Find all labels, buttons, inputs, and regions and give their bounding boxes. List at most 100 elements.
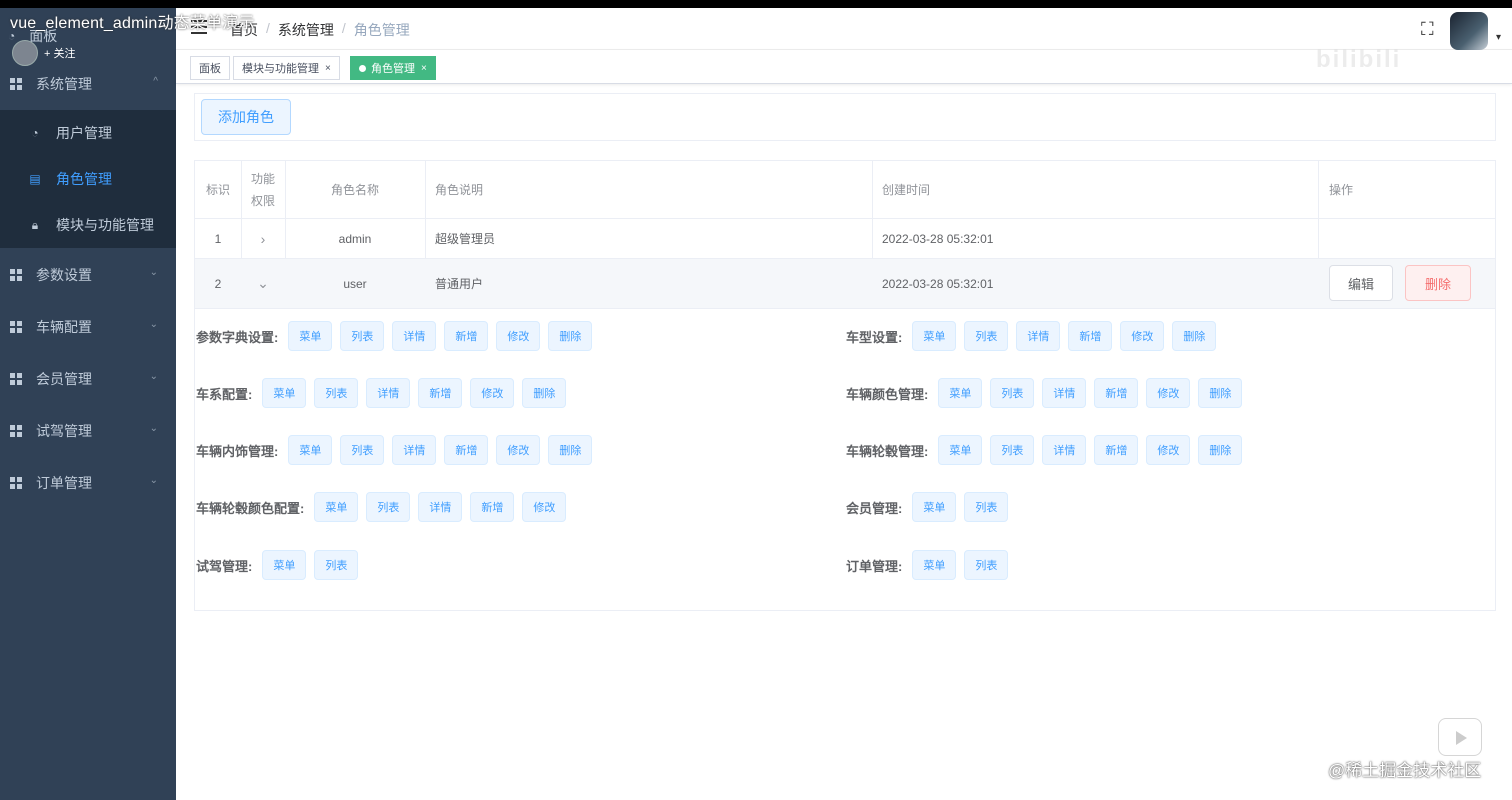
perm-tag[interactable]: 菜单 bbox=[262, 550, 307, 580]
sidebar-item-label: 系统管理 bbox=[36, 76, 92, 92]
close-icon[interactable]: × bbox=[325, 63, 331, 74]
fullscreen-icon[interactable]: ⛶ bbox=[1421, 19, 1434, 40]
perm-tag[interactable]: 列表 bbox=[964, 321, 1009, 351]
add-role-button[interactable]: 添加角色 bbox=[201, 99, 291, 135]
chevron-down-icon: ⌄ bbox=[149, 423, 158, 434]
perm-tag[interactable]: 删除 bbox=[1198, 435, 1243, 465]
perm-tag[interactable]: 列表 bbox=[990, 435, 1035, 465]
video-title: vue_element_admin动态菜单演示 bbox=[10, 15, 255, 32]
perm-tag[interactable]: 列表 bbox=[964, 492, 1009, 522]
close-icon[interactable]: × bbox=[421, 63, 427, 74]
perm-tag[interactable]: 菜单 bbox=[938, 378, 983, 408]
cell-desc: 超级管理员 bbox=[435, 232, 496, 246]
perm-tag[interactable]: 菜单 bbox=[938, 435, 983, 465]
perm-tag[interactable]: 删除 bbox=[522, 378, 567, 408]
tags-view: 面板 模块与功能管理 × 角色管理 × bbox=[176, 50, 1512, 84]
perm-tag[interactable]: 列表 bbox=[314, 550, 359, 580]
perm-tag[interactable]: 列表 bbox=[964, 550, 1009, 580]
tag-module[interactable]: 模块与功能管理 × bbox=[233, 56, 340, 80]
col-perm: 功能 权限 bbox=[241, 161, 285, 218]
sidebar-sub-label: 角色管理 bbox=[56, 171, 112, 187]
perm-group: 车型设置: 菜单 列表 详情 新增 修改 删除 bbox=[846, 321, 1224, 351]
sidebar-item-params[interactable]: 参数设置 ⌄ bbox=[0, 249, 176, 301]
col-time: 创建时间 bbox=[882, 183, 931, 197]
toolbar: 添加角色 bbox=[194, 93, 1496, 141]
grid-icon bbox=[10, 269, 22, 281]
tag-label: 面板 bbox=[199, 63, 221, 75]
perm-tag[interactable]: 列表 bbox=[366, 492, 411, 522]
follow-widget[interactable]: + 关注 bbox=[12, 40, 75, 66]
sidebar-sub-role[interactable]: ▤ 角色管理 bbox=[0, 156, 176, 202]
perm-tag[interactable]: 修改 bbox=[1120, 321, 1165, 351]
perm-tag[interactable]: 新增 bbox=[418, 378, 463, 408]
sidebar-sub-user[interactable]: ◔ 用户管理 bbox=[0, 110, 176, 156]
tag-role[interactable]: 角色管理 × bbox=[350, 56, 436, 80]
tag-dashboard[interactable]: 面板 bbox=[190, 56, 230, 80]
perm-tag[interactable]: 列表 bbox=[990, 378, 1035, 408]
perm-tag[interactable]: 详情 bbox=[392, 321, 437, 351]
col-name: 角色名称 bbox=[330, 183, 379, 197]
perm-tag[interactable]: 新增 bbox=[1068, 321, 1113, 351]
perm-tag[interactable]: 详情 bbox=[418, 492, 463, 522]
table-row[interactable]: 2 ⌄ user 普通用户 2022-03-28 05:32:01 编辑 删除 bbox=[195, 259, 1495, 309]
perm-label: 会员管理: bbox=[846, 500, 903, 516]
sidebar: ◔ 面板 系统管理 ^ ◔ 用户管理 ▤ 角色管理 🔒︎ 模块与功能管理 参数设… bbox=[0, 8, 176, 800]
perm-tag[interactable]: 修改 bbox=[496, 435, 541, 465]
sidebar-item-member[interactable]: 会员管理 ⌄ bbox=[0, 353, 176, 405]
cell-name: user bbox=[343, 276, 367, 291]
perm-tag[interactable]: 修改 bbox=[1146, 378, 1191, 408]
sidebar-item-testdrive[interactable]: 试驾管理 ⌄ bbox=[0, 405, 176, 457]
sidebar-sub-module[interactable]: 🔒︎ 模块与功能管理 bbox=[0, 202, 176, 248]
breadcrumb-current: 角色管理 bbox=[353, 22, 410, 38]
perm-tag[interactable]: 列表 bbox=[340, 321, 385, 351]
caret-down-icon[interactable]: ▾ bbox=[1496, 32, 1501, 43]
play-icon[interactable] bbox=[1438, 718, 1482, 756]
collapse-icon[interactable]: ⌄ bbox=[241, 259, 285, 308]
grid-icon bbox=[10, 78, 22, 90]
sidebar-item-order[interactable]: 订单管理 ⌄ bbox=[0, 457, 176, 509]
sidebar-item-vehicle[interactable]: 车辆配置 ⌄ bbox=[0, 301, 176, 353]
perm-tag[interactable]: 新增 bbox=[444, 321, 489, 351]
perm-tag[interactable]: 菜单 bbox=[314, 492, 359, 522]
perm-tag[interactable]: 详情 bbox=[1042, 435, 1087, 465]
perm-tag[interactable]: 详情 bbox=[392, 435, 437, 465]
sidebar-item-label: 会员管理 bbox=[36, 371, 92, 387]
perm-group: 车辆颜色管理: 菜单 列表 详情 新增 修改 删除 bbox=[846, 378, 1250, 408]
document-icon: ▤ bbox=[29, 172, 41, 186]
perm-tag[interactable]: 新增 bbox=[470, 492, 515, 522]
perm-tag[interactable]: 菜单 bbox=[912, 321, 957, 351]
expand-icon[interactable]: › bbox=[241, 219, 285, 258]
perm-tag[interactable]: 新增 bbox=[444, 435, 489, 465]
chevron-down-icon: ⌄ bbox=[149, 319, 158, 330]
perm-tag[interactable]: 菜单 bbox=[288, 321, 333, 351]
dashboard-icon: ◔ bbox=[31, 126, 39, 140]
edit-button[interactable]: 编辑 bbox=[1329, 265, 1393, 301]
perm-tag[interactable]: 菜单 bbox=[262, 378, 307, 408]
perm-tag[interactable]: 修改 bbox=[522, 492, 567, 522]
perm-tag[interactable]: 菜单 bbox=[912, 550, 957, 580]
perm-tag[interactable]: 修改 bbox=[496, 321, 541, 351]
perm-tag[interactable]: 详情 bbox=[1016, 321, 1061, 351]
perm-tag[interactable]: 新增 bbox=[1094, 378, 1139, 408]
perm-tag[interactable]: 详情 bbox=[1042, 378, 1087, 408]
uploader-avatar[interactable] bbox=[12, 40, 38, 66]
perm-tag[interactable]: 删除 bbox=[1198, 378, 1243, 408]
perm-tag[interactable]: 删除 bbox=[1172, 321, 1217, 351]
perm-tag[interactable]: 列表 bbox=[340, 435, 385, 465]
perm-tag[interactable]: 列表 bbox=[314, 378, 359, 408]
delete-button[interactable]: 删除 bbox=[1405, 265, 1471, 301]
sidebar-item-label: 试驾管理 bbox=[36, 423, 92, 439]
perm-tag[interactable]: 修改 bbox=[470, 378, 515, 408]
perm-tag[interactable]: 删除 bbox=[548, 435, 593, 465]
perm-label: 参数字典设置: bbox=[196, 329, 279, 345]
follow-button[interactable]: + 关注 bbox=[44, 45, 75, 61]
avatar[interactable] bbox=[1450, 12, 1488, 50]
perm-tag[interactable]: 菜单 bbox=[288, 435, 333, 465]
perm-tag[interactable]: 删除 bbox=[548, 321, 593, 351]
table-row[interactable]: 1 › admin 超级管理员 2022-03-28 05:32:01 bbox=[195, 219, 1495, 259]
perm-tag[interactable]: 详情 bbox=[366, 378, 411, 408]
perm-tag[interactable]: 新增 bbox=[1094, 435, 1139, 465]
perm-tag[interactable]: 菜单 bbox=[912, 492, 957, 522]
perm-tag[interactable]: 修改 bbox=[1146, 435, 1191, 465]
perm-label: 车辆轮毂管理: bbox=[846, 443, 929, 459]
